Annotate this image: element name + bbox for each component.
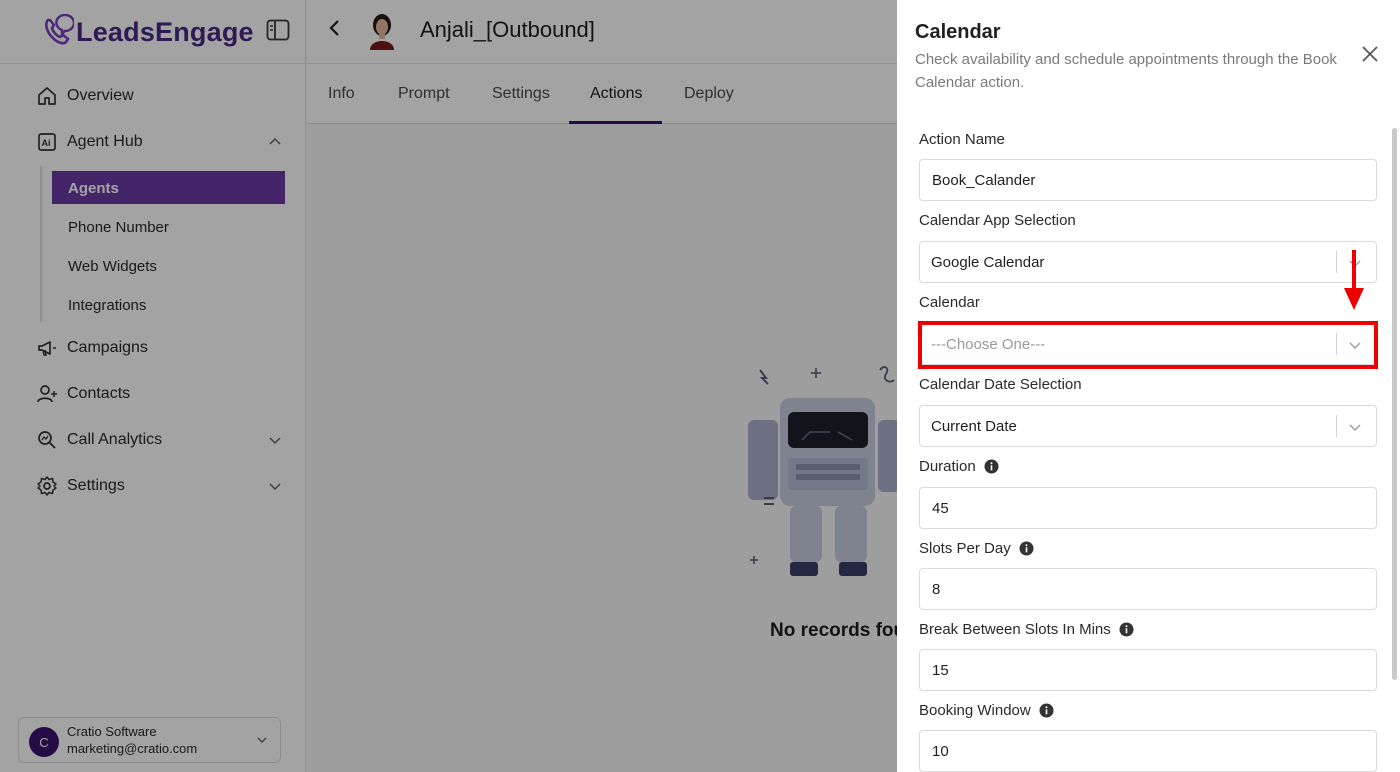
label-text: Slots Per Day xyxy=(919,540,1011,557)
calendar-app-label: Calendar App Selection xyxy=(919,212,1076,229)
close-icon[interactable] xyxy=(1361,45,1379,63)
booking-window-input[interactable] xyxy=(919,730,1377,772)
select-value: Current Date xyxy=(931,418,1017,435)
info-icon[interactable] xyxy=(1019,541,1034,556)
calendar-action-drawer: Calendar Check availability and schedule… xyxy=(897,0,1400,772)
duration-label: Duration xyxy=(919,458,999,475)
chevron-down-icon xyxy=(1349,424,1361,431)
drawer-title: Calendar xyxy=(915,21,1001,43)
info-icon[interactable] xyxy=(984,459,999,474)
date-selection-select[interactable]: Current Date xyxy=(919,405,1377,447)
label-text: Calendar xyxy=(919,294,980,311)
annotation-arrow-down-icon xyxy=(1344,250,1364,310)
duration-input[interactable] xyxy=(919,487,1377,529)
label-text: Action Name xyxy=(919,131,1005,148)
break-between-input[interactable] xyxy=(919,649,1377,691)
slots-per-day-input[interactable] xyxy=(919,568,1377,610)
info-icon[interactable] xyxy=(1039,703,1054,718)
info-icon[interactable] xyxy=(1119,622,1134,637)
action-name-label: Action Name xyxy=(919,131,1005,148)
label-text: Duration xyxy=(919,458,976,475)
chevron-down-icon xyxy=(1349,342,1361,349)
select-separator xyxy=(1336,333,1337,355)
calendar-label: Calendar xyxy=(919,294,980,311)
calendar-select[interactable]: ---Choose One--- xyxy=(919,323,1377,365)
label-text: Calendar App Selection xyxy=(919,212,1076,229)
modal-backdrop[interactable] xyxy=(0,0,897,772)
select-value: Google Calendar xyxy=(931,254,1045,271)
scrollbar[interactable] xyxy=(1392,128,1397,680)
select-separator xyxy=(1336,415,1337,437)
select-placeholder: ---Choose One--- xyxy=(931,336,1046,353)
label-text: Booking Window xyxy=(919,702,1031,719)
date-selection-label: Calendar Date Selection xyxy=(919,376,1082,393)
label-text: Calendar Date Selection xyxy=(919,376,1082,393)
action-name-input[interactable] xyxy=(919,159,1377,201)
break-between-label: Break Between Slots In Mins xyxy=(919,621,1134,638)
drawer-subtitle: Check availability and schedule appointm… xyxy=(915,51,1337,91)
calendar-app-select[interactable]: Google Calendar xyxy=(919,241,1377,283)
slots-per-day-label: Slots Per Day xyxy=(919,540,1034,557)
select-separator xyxy=(1336,251,1337,273)
booking-window-label: Booking Window xyxy=(919,702,1054,719)
label-text: Break Between Slots In Mins xyxy=(919,621,1111,638)
